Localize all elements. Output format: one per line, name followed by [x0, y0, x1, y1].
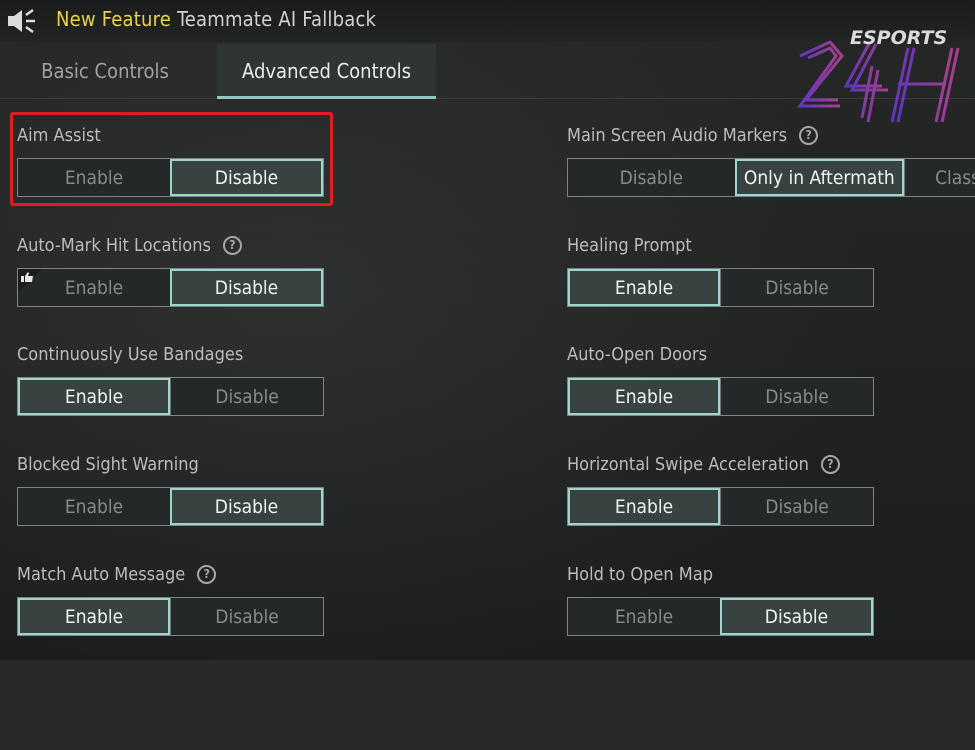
auto-mark-disable-option[interactable]: Disable — [169, 269, 323, 306]
auto-mark-label-row: Auto-Mark Hit Locations ? — [17, 233, 242, 257]
auto-open-doors-disable-option[interactable]: Disable — [720, 378, 873, 415]
healing-prompt-enable-option[interactable]: Enable — [568, 269, 721, 306]
auto-open-doors-toggle: Enable Disable — [567, 377, 874, 416]
swipe-acceleration-enable-option[interactable]: Enable — [568, 488, 721, 525]
match-auto-message-enable-option[interactable]: Enable — [18, 598, 171, 635]
help-icon[interactable]: ? — [799, 125, 819, 145]
audio-markers-label-row: Main Screen Audio Markers ? — [567, 123, 819, 147]
help-icon[interactable]: ? — [820, 454, 840, 474]
healing-prompt-label: Healing Prompt — [567, 234, 692, 256]
bandages-disable-option[interactable]: Disable — [170, 378, 323, 415]
bottom-band — [0, 660, 975, 750]
setting-match-auto-message: Match Auto Message ? — [17, 562, 217, 586]
audio-markers-label: Main Screen Audio Markers — [567, 124, 788, 146]
audio-markers-only-in-aftermath-option[interactable]: Only in Aftermath — [734, 159, 905, 196]
blocked-sight-disable-option[interactable]: Disable — [169, 488, 323, 525]
help-icon[interactable]: ? — [197, 564, 217, 584]
tab-basic-controls[interactable]: Basic Controls — [0, 44, 210, 98]
bandages-toggle: Enable Disable — [17, 377, 324, 416]
audio-markers-toggle: Disable Only in Aftermath Class — [567, 158, 975, 197]
auto-open-doors-label: Auto-Open Doors — [567, 343, 708, 365]
swipe-acceleration-label-row: Horizontal Swipe Acceleration ? — [567, 452, 840, 476]
bandages-label: Continuously Use Bandages — [17, 343, 244, 365]
swipe-acceleration-toggle: Enable Disable — [567, 487, 874, 526]
setting-healing-prompt: Healing Prompt — [567, 233, 692, 257]
setting-horizontal-swipe-acceleration: Horizontal Swipe Acceleration ? — [567, 452, 840, 476]
audio-markers-disable-option[interactable]: Disable — [568, 159, 735, 196]
hold-to-open-map-enable-option[interactable]: Enable — [568, 598, 720, 635]
blocked-sight-enable-option[interactable]: Enable — [18, 488, 170, 525]
healing-prompt-disable-option[interactable]: Disable — [720, 269, 873, 306]
setting-auto-mark-hit-locations: Auto-Mark Hit Locations ? — [17, 233, 242, 257]
healing-prompt-toggle: Enable Disable — [567, 268, 874, 307]
setting-auto-open-doors: Auto-Open Doors — [567, 342, 707, 366]
match-auto-message-label-row: Match Auto Message ? — [17, 562, 217, 586]
thumbs-up-icon — [21, 272, 33, 282]
auto-mark-enable-text: Enable — [64, 276, 124, 299]
audio-markers-class-option[interactable]: Class — [904, 159, 975, 196]
help-icon[interactable]: ? — [222, 235, 242, 255]
hold-to-open-map-toggle: Enable Disable — [567, 597, 874, 636]
match-auto-message-disable-option[interactable]: Disable — [170, 598, 323, 635]
recommended-badge — [18, 269, 42, 293]
auto-mark-toggle: Enable Disable — [17, 268, 324, 307]
auto-mark-enable-option[interactable]: Enable — [18, 269, 170, 306]
auto-mark-label: Auto-Mark Hit Locations — [17, 234, 211, 256]
setting-blocked-sight-warning: Blocked Sight Warning — [17, 452, 199, 476]
announcement-text: New Feature Teammate AI Fallback — [56, 7, 376, 31]
match-auto-message-toggle: Enable Disable — [17, 597, 324, 636]
setting-main-screen-audio-markers: Main Screen Audio Markers ? — [567, 123, 819, 147]
announcement-body: Teammate AI Fallback — [176, 7, 377, 31]
blocked-sight-toggle: Enable Disable — [17, 487, 324, 526]
swipe-acceleration-label: Horizontal Swipe Acceleration — [567, 453, 809, 475]
announcement-highlight: New Feature — [56, 7, 172, 31]
match-auto-message-label: Match Auto Message — [17, 563, 186, 585]
hold-to-open-map-disable-option[interactable]: Disable — [719, 598, 873, 635]
swipe-acceleration-disable-option[interactable]: Disable — [720, 488, 873, 525]
setting-hold-to-open-map: Hold to Open Map — [567, 562, 713, 586]
esports-24h-logo: ESPORTS — [797, 27, 960, 123]
hold-to-open-map-label: Hold to Open Map — [567, 563, 713, 585]
esports-logo-text: ESPORTS — [850, 27, 947, 49]
auto-open-doors-enable-option[interactable]: Enable — [568, 378, 721, 415]
blocked-sight-label: Blocked Sight Warning — [17, 453, 199, 475]
annotation-highlight-box — [10, 112, 333, 206]
bandages-enable-option[interactable]: Enable — [18, 378, 171, 415]
speaker-icon — [8, 8, 35, 34]
tab-advanced-controls[interactable]: Advanced Controls — [217, 44, 436, 99]
setting-continuously-use-bandages: Continuously Use Bandages — [17, 342, 243, 366]
